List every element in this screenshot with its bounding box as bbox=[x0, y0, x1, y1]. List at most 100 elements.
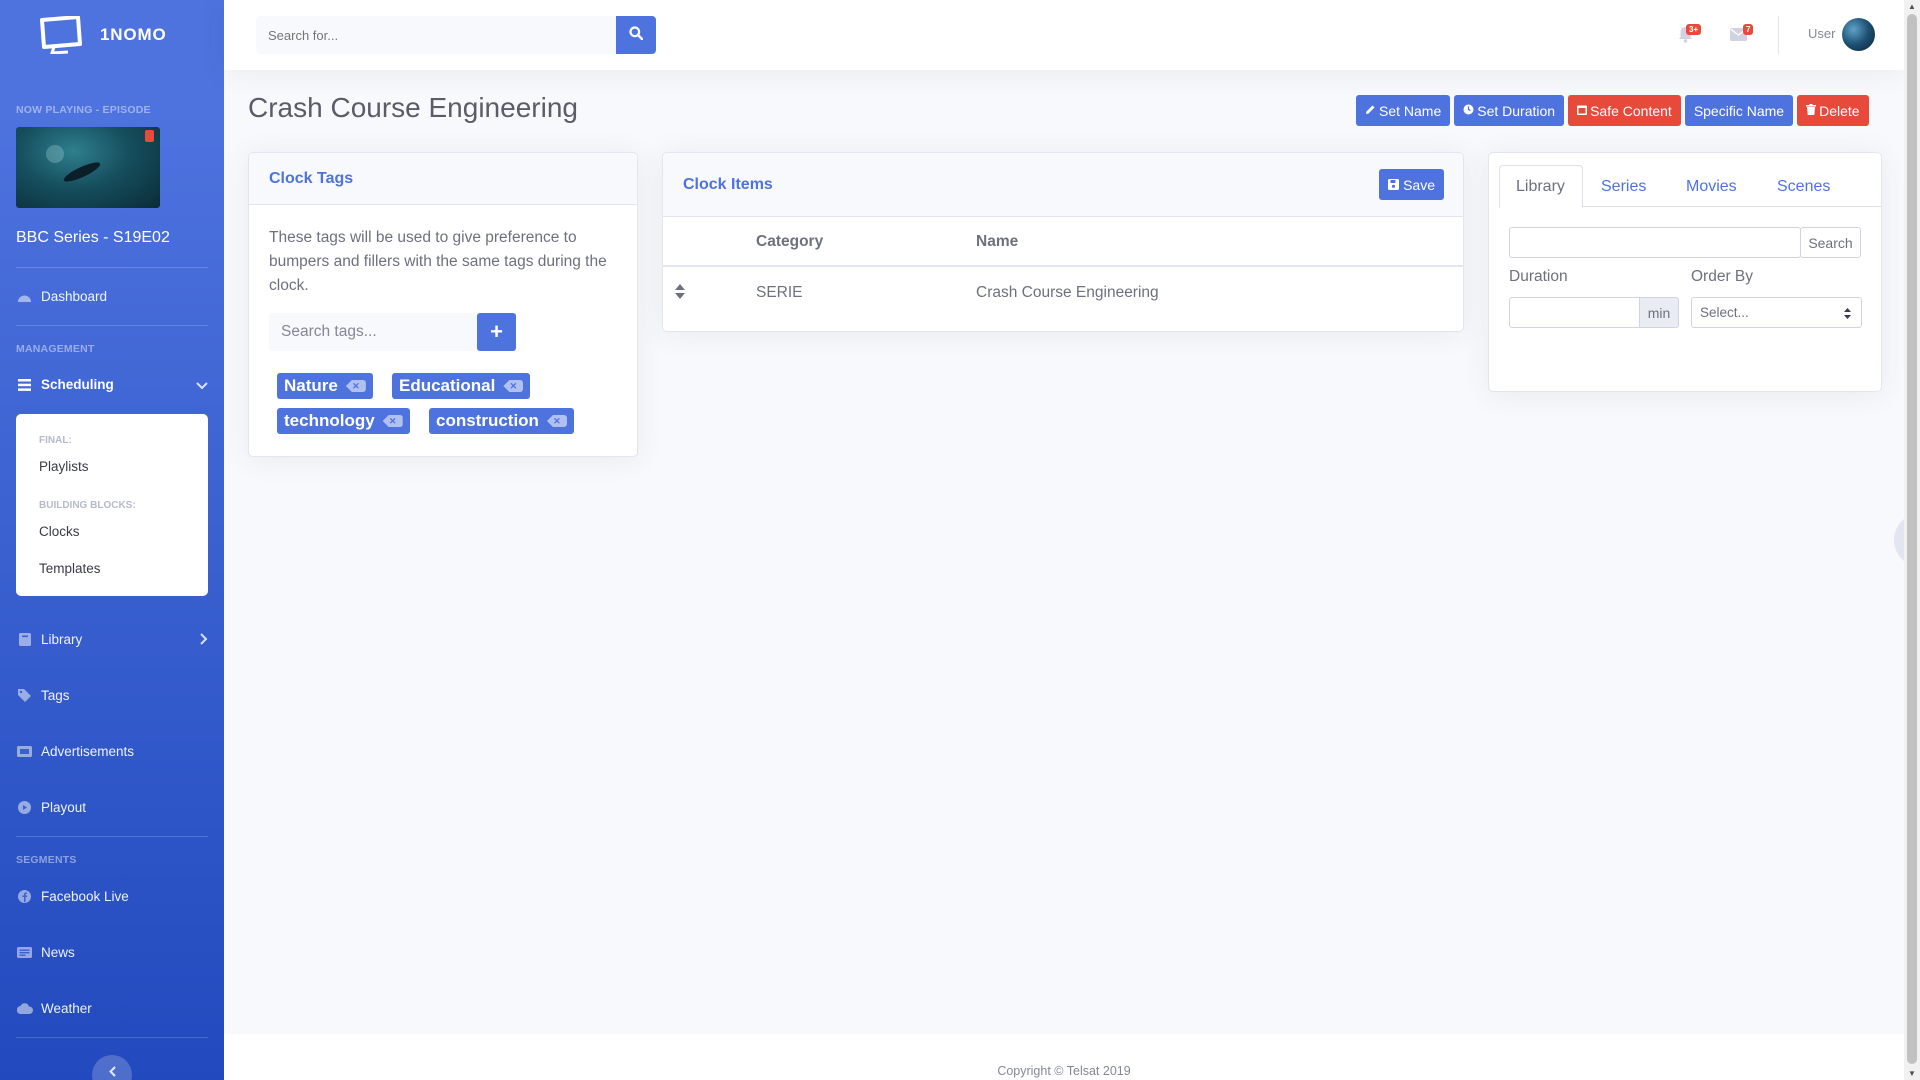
scroll-down-icon[interactable]: ▼ bbox=[1908, 1069, 1916, 1078]
sidebar-item-label: News bbox=[41, 945, 75, 960]
submenu-item-templates[interactable]: Templates bbox=[39, 561, 101, 576]
divider bbox=[16, 267, 208, 268]
set-duration-label: Set Duration bbox=[1477, 102, 1556, 119]
ad-icon bbox=[16, 745, 33, 758]
sidebar-item-tags[interactable]: Tags bbox=[16, 688, 208, 703]
search-icon bbox=[629, 25, 644, 45]
sidebar-toggle-button[interactable] bbox=[92, 1055, 132, 1080]
footer: Copyright © Telsat 2019 bbox=[224, 1034, 1904, 1080]
duration-label: Duration bbox=[1509, 268, 1568, 285]
tag-label: Nature bbox=[284, 376, 338, 395]
copyright: Copyright © Telsat 2019 bbox=[997, 1064, 1131, 1078]
specific-name-button[interactable]: Specific Name bbox=[1684, 95, 1794, 126]
order-by-label: Order By bbox=[1691, 268, 1754, 285]
delete-button[interactable]: Delete bbox=[1797, 95, 1869, 126]
submenu-item-playlists[interactable]: Playlists bbox=[39, 459, 89, 474]
tag-search-input[interactable]: Search tags... bbox=[269, 313, 479, 351]
now-playing-thumbnail[interactable] bbox=[16, 127, 160, 208]
submenu-item-clocks[interactable]: Clocks bbox=[39, 524, 80, 539]
sidebar-item-dashboard[interactable]: Dashboard bbox=[16, 289, 208, 304]
sidebar-item-label: Library bbox=[41, 632, 83, 647]
tab-scenes[interactable]: Scenes bbox=[1761, 165, 1846, 208]
tachometer-icon bbox=[16, 290, 33, 303]
tag-icon bbox=[16, 689, 33, 702]
chevron-down-icon bbox=[196, 377, 208, 393]
topbar-divider bbox=[1778, 16, 1779, 54]
submenu-heading-final: Final: bbox=[39, 435, 72, 446]
column-header-name: Name bbox=[976, 233, 1019, 250]
sidebar-item-label: Playout bbox=[41, 800, 87, 815]
search-input[interactable] bbox=[256, 16, 616, 54]
topbar-search bbox=[256, 16, 656, 54]
scrollbar-thumb[interactable] bbox=[1907, 14, 1917, 1064]
tag-chip: Nature ✕ bbox=[277, 373, 373, 399]
duration-input[interactable] bbox=[1509, 297, 1640, 328]
sidebar-item-library[interactable]: Library bbox=[16, 632, 208, 647]
divider bbox=[16, 325, 208, 326]
alerts-count-badge: 3+ bbox=[1686, 24, 1702, 35]
sidebar-item-playout[interactable]: Playout bbox=[16, 800, 208, 815]
sidebar-item-facebook-live[interactable]: Facebook Live bbox=[16, 889, 208, 904]
submenu-heading-building-blocks: Building Blocks: bbox=[39, 500, 136, 511]
page-scrollbar[interactable]: ▲ ▼ bbox=[1904, 0, 1920, 1080]
library-search-button[interactable]: Search bbox=[1800, 227, 1861, 258]
brand[interactable]: 1NOMO bbox=[0, 0, 224, 70]
order-by-selected: Select... bbox=[1700, 305, 1749, 320]
safe-content-button[interactable]: Safe Content bbox=[1568, 95, 1681, 126]
segments-heading: Segments bbox=[16, 854, 77, 866]
add-tag-button[interactable]: + bbox=[477, 313, 516, 351]
remove-tag-icon[interactable]: ✕ bbox=[546, 415, 567, 427]
tab-movies[interactable]: Movies bbox=[1670, 165, 1753, 208]
library-panel: Library Series Movies Scenes Search Dura… bbox=[1488, 152, 1882, 392]
chevron-right-icon bbox=[200, 632, 208, 648]
clock-tags-card: Clock Tags These tags will be used to gi… bbox=[248, 152, 638, 457]
now-playing-title: BBC Series - S19E02 bbox=[16, 229, 170, 246]
sidebar: 1NOMO Now Playing - Episode BBC Series -… bbox=[0, 0, 224, 1080]
page-actions: Set Name Set Duration Safe Content Speci… bbox=[1352, 95, 1869, 126]
table-header: Category Name bbox=[663, 217, 1463, 267]
save-label: Save bbox=[1403, 176, 1435, 193]
chevron-left-icon bbox=[108, 1064, 116, 1080]
sidebar-item-weather[interactable]: Weather bbox=[16, 1001, 208, 1016]
sidebar-item-news[interactable]: News bbox=[16, 945, 208, 960]
card-header: Clock Items bbox=[663, 153, 1463, 217]
avatar[interactable] bbox=[1842, 18, 1875, 51]
tab-library[interactable]: Library bbox=[1499, 165, 1583, 208]
remove-tag-icon[interactable]: ✕ bbox=[503, 380, 524, 392]
clock-tags-description: These tags will be used to give preferen… bbox=[269, 229, 607, 294]
divider bbox=[16, 836, 208, 837]
remove-tag-icon[interactable]: ✕ bbox=[345, 380, 366, 392]
drag-handle-icon[interactable] bbox=[675, 284, 685, 304]
save-button[interactable]: Save bbox=[1379, 169, 1444, 200]
set-duration-button[interactable]: Set Duration bbox=[1454, 95, 1565, 126]
remove-tag-icon[interactable]: ✕ bbox=[382, 415, 403, 427]
search-button[interactable] bbox=[616, 16, 656, 54]
play-circle-icon bbox=[16, 801, 33, 814]
facebook-icon bbox=[16, 890, 33, 903]
table-row[interactable]: SERIE Crash Course Engineering bbox=[663, 269, 1463, 331]
page-title: Crash Course Engineering bbox=[248, 92, 578, 123]
sidebar-item-scheduling[interactable]: Scheduling bbox=[16, 377, 208, 392]
sidebar-item-label: Weather bbox=[41, 1001, 92, 1016]
newspaper-icon bbox=[16, 946, 33, 959]
library-search-input[interactable] bbox=[1509, 227, 1801, 258]
tag-chip: construction ✕ bbox=[429, 408, 574, 434]
scroll-up-icon[interactable]: ▲ bbox=[1908, 2, 1916, 11]
safe-content-label: Safe Content bbox=[1590, 102, 1672, 119]
user-name[interactable]: User bbox=[1808, 26, 1835, 41]
order-by-select[interactable]: Select... bbox=[1691, 297, 1862, 328]
now-playing-heading: Now Playing - Episode bbox=[16, 104, 151, 116]
card-title: Clock Items bbox=[683, 175, 773, 193]
bars-icon bbox=[16, 378, 33, 391]
tab-series[interactable]: Series bbox=[1585, 165, 1662, 208]
tv-logo-icon bbox=[38, 15, 84, 55]
sidebar-item-advertisements[interactable]: Advertisements bbox=[16, 744, 208, 759]
set-name-button[interactable]: Set Name bbox=[1356, 95, 1451, 126]
sidebar-item-label: Scheduling bbox=[41, 377, 114, 392]
delete-label: Delete bbox=[1819, 102, 1860, 119]
brand-name: 1NOMO bbox=[100, 25, 167, 44]
library-tabs: Library Series Movies Scenes bbox=[1499, 165, 1881, 208]
tag-label: technology bbox=[284, 411, 375, 430]
tag-chip: technology ✕ bbox=[277, 408, 410, 434]
specific-name-label: Specific Name bbox=[1693, 102, 1785, 119]
